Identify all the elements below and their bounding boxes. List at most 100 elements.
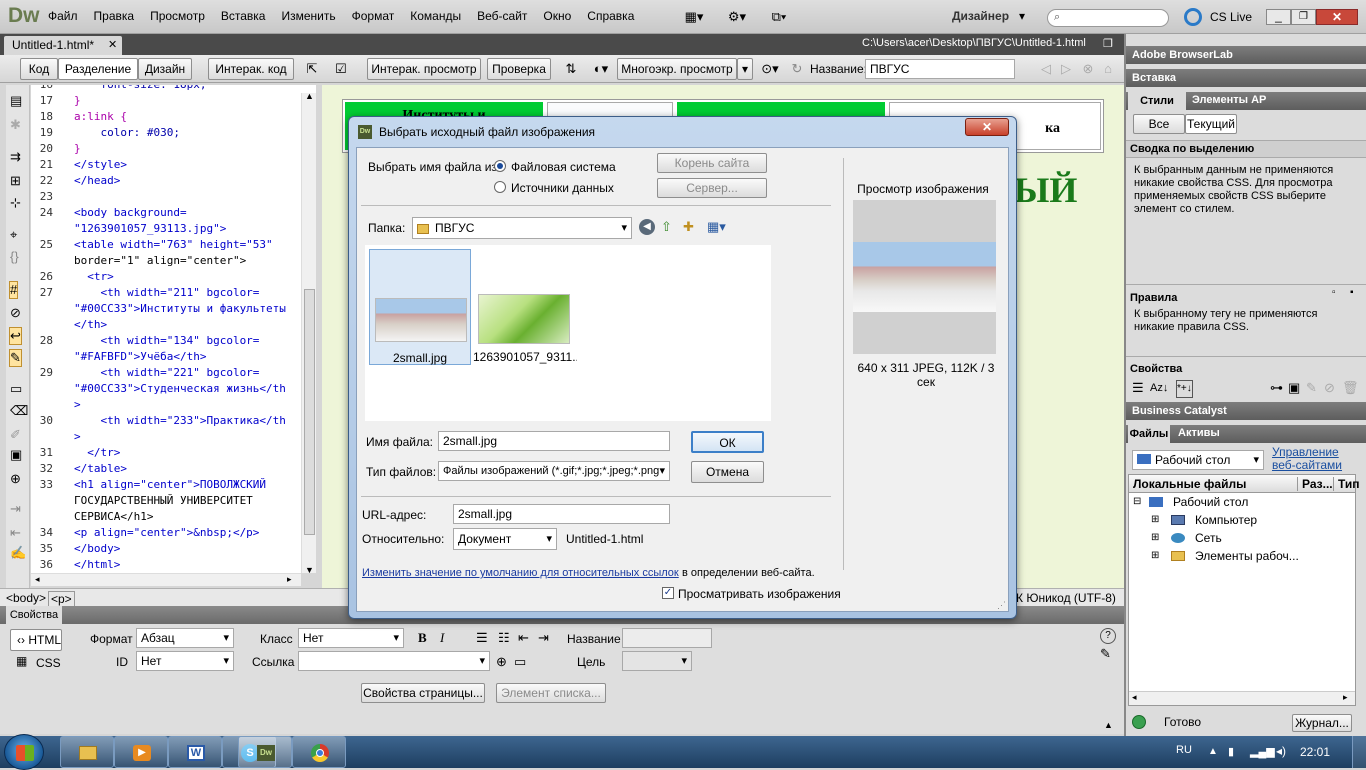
expand-all-icon[interactable]: ⊹ bbox=[10, 195, 21, 211]
current-mode-button[interactable]: Текущий bbox=[1185, 114, 1237, 134]
sync-icon[interactable]: ⇅ bbox=[560, 61, 582, 77]
tree-item[interactable]: ⊞ Элементы рабоч... bbox=[1129, 547, 1355, 565]
change-default-link[interactable]: Изменить значение по умолчанию для относ… bbox=[362, 567, 679, 579]
set-props-icon[interactable]: *+↓ bbox=[1176, 380, 1193, 398]
collapse-selection-icon[interactable]: ⊞ bbox=[10, 173, 21, 189]
cancel-button[interactable]: Отмена bbox=[691, 461, 764, 483]
tab-css-styles[interactable]: Стили CSS bbox=[1128, 92, 1186, 125]
network-icon[interactable]: ▂▄▆ bbox=[1250, 745, 1275, 758]
radio-filesystem-label[interactable]: Файловая система bbox=[511, 160, 616, 174]
business-catalyst-header[interactable]: Business Catalyst bbox=[1126, 402, 1366, 420]
workspace-switcher[interactable]: Дизайнер bbox=[952, 9, 1009, 23]
page-properties-button[interactable]: Свойства страницы... bbox=[361, 683, 485, 703]
name-input[interactable] bbox=[622, 628, 712, 648]
collapse-icon[interactable]: ⊟ bbox=[1133, 493, 1141, 511]
alpha-view-icon[interactable]: Az↓ bbox=[1150, 380, 1168, 396]
gear-icon[interactable]: ⚙▾ bbox=[722, 9, 752, 25]
code-line[interactable]: 33 <h1 align="center">ПОВОЛЖСКИЙ bbox=[31, 477, 316, 493]
code-line[interactable]: "#00CC33">Студенческая жизнь</th bbox=[31, 381, 316, 397]
taskbar-media-player[interactable]: ▶ bbox=[114, 736, 168, 768]
attach-style-icon[interactable]: ⊶ bbox=[1270, 380, 1283, 396]
radio-filesystem[interactable] bbox=[494, 160, 506, 172]
tree-item[interactable]: ⊟ Рабочий стол bbox=[1129, 493, 1355, 511]
stop-icon[interactable]: ⊗ bbox=[1080, 61, 1096, 77]
disable-icon[interactable]: ⊘ bbox=[1324, 380, 1335, 396]
code-line[interactable]: 24 <body background= bbox=[31, 205, 316, 221]
tree-item[interactable]: ⊞ Компьютер bbox=[1129, 511, 1355, 529]
menu-item[interactable]: Веб-сайт bbox=[477, 9, 527, 27]
code-line[interactable]: 34 <p align="center">&nbsp;</p> bbox=[31, 525, 316, 541]
title-input[interactable]: ПВГУС bbox=[865, 59, 1015, 79]
file-item[interactable]: 2small.jpg bbox=[369, 249, 471, 365]
code-line[interactable]: "#00CC33">Институты и факультеты bbox=[31, 301, 316, 317]
browserlab-header[interactable]: Adobe BrowserLab bbox=[1126, 46, 1366, 64]
shortcut-icon[interactable]: ✱ bbox=[10, 117, 21, 133]
col-type[interactable]: Тип bbox=[1333, 477, 1360, 491]
search-input[interactable]: ⌕ bbox=[1047, 9, 1169, 27]
quick-tag-icon[interactable]: ✎ bbox=[1100, 646, 1111, 662]
ok-button[interactable]: ОК bbox=[691, 431, 764, 453]
view-menu-icon[interactable]: ▦▾ bbox=[707, 219, 726, 235]
horizontal-scrollbar[interactable]: ◂ ▸ bbox=[31, 573, 301, 586]
preview-checkbox-label[interactable]: Просматривать изображения bbox=[678, 587, 841, 601]
start-button[interactable] bbox=[4, 734, 44, 770]
code-line[interactable]: > bbox=[31, 397, 316, 413]
tray-expand-icon[interactable]: ▲ bbox=[1208, 746, 1218, 757]
code-line[interactable]: 31 </tr> bbox=[31, 445, 316, 461]
file-item[interactable]: 1263901057_9311... bbox=[473, 249, 577, 365]
tab-ap-elements[interactable]: Элементы AP bbox=[1192, 94, 1266, 106]
tab-assets[interactable]: Активы bbox=[1178, 427, 1220, 439]
new-rule-icon[interactable]: ▣ bbox=[1288, 380, 1300, 396]
menu-item[interactable]: Окно bbox=[543, 9, 571, 27]
new-folder-icon[interactable]: ✚ bbox=[683, 219, 694, 235]
expand-icon[interactable]: ⊞ bbox=[1151, 529, 1159, 547]
language-indicator[interactable]: RU bbox=[1176, 744, 1192, 756]
class-select[interactable]: Нет bbox=[298, 628, 404, 648]
bold-icon[interactable]: B bbox=[418, 630, 427, 646]
home-icon[interactable]: ⌂ bbox=[1100, 61, 1116, 77]
design-view-button[interactable]: Дизайн bbox=[138, 58, 192, 80]
indent-text-icon[interactable]: ⇥ bbox=[538, 630, 549, 646]
forward-icon[interactable]: ▷ bbox=[1058, 61, 1074, 77]
menu-item[interactable]: Изменить bbox=[281, 9, 335, 27]
code-view[interactable]: 16 font-size: 18px;17}18a:link {19 color… bbox=[31, 85, 316, 573]
menu-item[interactable]: Файл bbox=[48, 9, 78, 27]
tab-files[interactable]: Файлы bbox=[1128, 425, 1170, 443]
expand-icon[interactable]: ⊞ bbox=[1151, 511, 1159, 529]
category-view-icon[interactable]: ☰ bbox=[1132, 380, 1144, 396]
code-line[interactable]: "#FAFBFD">Учёба</th> bbox=[31, 349, 316, 365]
rules-info-icon[interactable]: ▪ bbox=[1350, 287, 1354, 298]
code-line[interactable]: 16 font-size: 18px; bbox=[31, 85, 316, 93]
preview-checkbox[interactable]: ✓ bbox=[662, 587, 674, 599]
site-icon[interactable]: ⧉▾ bbox=[764, 9, 794, 25]
recent-snippets-icon[interactable]: ▣ bbox=[10, 447, 22, 463]
rules-options-icon[interactable]: ▫ bbox=[1332, 287, 1336, 298]
code-line[interactable]: border="1" align="center"> bbox=[31, 253, 316, 269]
split-view-button[interactable]: Разделение bbox=[58, 58, 138, 80]
css-mode-button[interactable]: CSS bbox=[36, 656, 61, 670]
link-input[interactable] bbox=[298, 651, 490, 671]
folder-select[interactable]: ПВГУС bbox=[412, 217, 632, 239]
radio-datasources[interactable] bbox=[494, 181, 506, 193]
show-desktop-button[interactable] bbox=[1352, 736, 1366, 768]
code-line[interactable]: 32 </table> bbox=[31, 461, 316, 477]
close-icon[interactable]: ✕ bbox=[108, 38, 117, 51]
tag-selector-p[interactable]: <p> bbox=[48, 591, 75, 607]
code-line[interactable]: 18 a:link { bbox=[31, 109, 316, 125]
menu-item[interactable]: Формат bbox=[352, 9, 395, 27]
code-line[interactable]: 21 </style> bbox=[31, 157, 316, 173]
refresh-icon[interactable]: ↻ bbox=[788, 61, 806, 77]
id-select[interactable]: Нет bbox=[136, 651, 234, 671]
tree-item[interactable]: ⊞ Сеть bbox=[1129, 529, 1355, 547]
tag-selector-body[interactable]: <body> bbox=[6, 591, 46, 605]
chevron-down-icon[interactable]: ▾ bbox=[1019, 9, 1025, 23]
code-line[interactable]: 25 <table width="763" height="53" bbox=[31, 237, 316, 253]
syntax-error-icon[interactable]: ✎ bbox=[9, 349, 22, 367]
insert-header[interactable]: Вставка bbox=[1126, 69, 1366, 87]
site-select[interactable]: Рабочий стол bbox=[1132, 450, 1264, 470]
col-size[interactable]: Раз... bbox=[1297, 477, 1333, 491]
cs-live-button[interactable]: CS Live bbox=[1210, 10, 1252, 24]
code-line[interactable]: 35 </body> bbox=[31, 541, 316, 557]
code-line[interactable]: 22 </head> bbox=[31, 173, 316, 189]
remove-comment-icon[interactable]: ⌫ bbox=[10, 403, 28, 419]
